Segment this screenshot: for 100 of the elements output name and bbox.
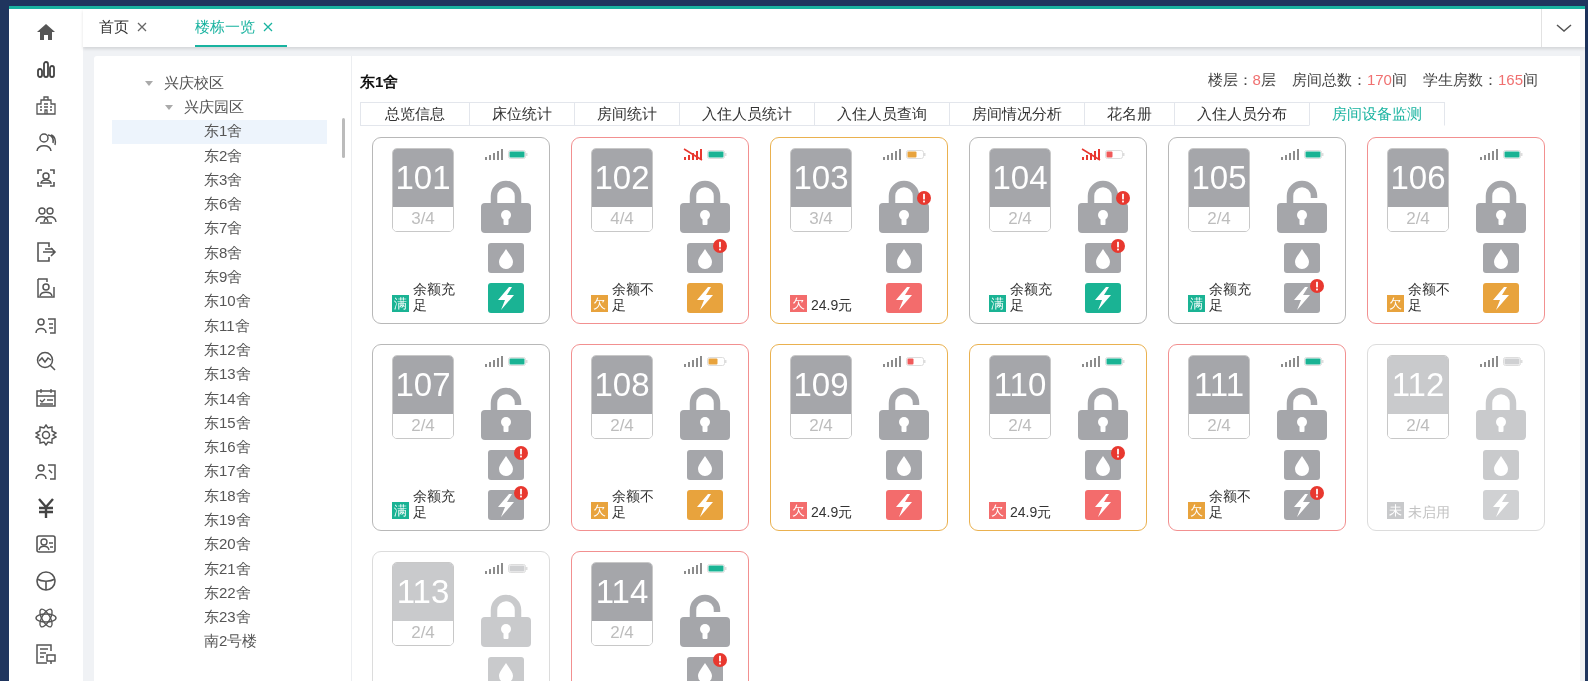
tree-item[interactable]: 东9舍 [204, 268, 243, 287]
balance-text: 24.9元 [811, 504, 854, 520]
users-icon[interactable] [35, 130, 57, 153]
close-icon[interactable] [263, 22, 273, 32]
balance-badge: 欠 [591, 295, 608, 312]
balance-badge: 欠 [790, 295, 807, 312]
chevron-down-icon [1555, 23, 1572, 33]
id-card-icon[interactable] [35, 533, 57, 556]
tree-item[interactable]: 东19舍 [204, 511, 251, 530]
tree-item[interactable]: 东8舍 [204, 243, 243, 263]
exit-icon[interactable] [35, 240, 57, 263]
room-number: 107 [393, 356, 453, 414]
balance-badge: 满 [392, 502, 409, 519]
tree-item[interactable]: 东2舍 [204, 146, 243, 166]
section-tab[interactable]: 房间情况分析 [949, 102, 1084, 126]
settings-icon[interactable] [35, 423, 57, 446]
report-icon[interactable] [35, 643, 57, 666]
tree-item[interactable]: 东1舍 [204, 122, 243, 142]
balance-text: 余额不足 [612, 281, 655, 313]
balance-text: 余额充足 [1209, 281, 1252, 313]
person-frame-icon[interactable] [35, 167, 57, 190]
room-card[interactable]: 109 2/4 欠 24.9元 [770, 344, 948, 531]
close-icon[interactable] [137, 22, 147, 32]
room-card[interactable]: 108 2/4 欠 余额不足 [571, 344, 749, 531]
steering-wheel-icon[interactable] [35, 569, 57, 592]
building-icon[interactable] [35, 94, 57, 117]
stat-text: 学生房数：165间 [1422, 71, 1538, 90]
room-number: 111 [1189, 356, 1249, 414]
room-number: 101 [393, 149, 453, 207]
room-number: 114 [592, 563, 652, 621]
section-tab[interactable]: 花名册 [1084, 102, 1174, 126]
room-number: 105 [1189, 149, 1249, 207]
room-number: 104 [990, 149, 1050, 207]
section-tab[interactable]: 入住人员统计 [679, 102, 814, 126]
balance-badge: 满 [1188, 295, 1205, 312]
tree-item[interactable]: 东21舍 [204, 559, 251, 579]
calendar-icon[interactable] [35, 386, 57, 409]
section-tab[interactable]: 入住人员查询 [814, 102, 949, 126]
balance-text: 24.9元 [811, 297, 854, 313]
page-tab[interactable]: 首页 [99, 9, 161, 47]
tree-item[interactable]: 兴庆园区 [184, 97, 244, 117]
tree-item[interactable]: 东7舍 [204, 219, 243, 239]
balance-badge: 满 [392, 295, 409, 312]
room-number: 106 [1388, 149, 1448, 207]
stat-text: 楼层：8层 [1207, 71, 1276, 90]
tree-item[interactable]: 东22舍 [204, 583, 251, 603]
balance-badge: 满 [989, 295, 1006, 312]
balance-text: 余额充足 [413, 488, 456, 520]
balance-badge: 欠 [591, 502, 608, 519]
room-card[interactable]: 105 2/4 满 余额充足 [1168, 137, 1346, 324]
building-title: 东1舍 [360, 73, 399, 92]
stat-text: 房间总数：170间 [1291, 71, 1407, 90]
balance-text: 未启用 [1408, 504, 1451, 520]
room-number: 103 [791, 149, 851, 207]
room-number: 109 [791, 356, 851, 414]
person-card-icon[interactable] [35, 277, 57, 300]
room-number: 108 [592, 356, 652, 414]
tree-item[interactable]: 东6舍 [204, 195, 243, 215]
balance-text: 24.9元 [1010, 504, 1053, 520]
room-number: 102 [592, 149, 652, 207]
room-card[interactable]: 103 3/4 欠 24.9元 [770, 137, 948, 324]
atom-icon[interactable] [35, 606, 57, 629]
home-icon[interactable] [35, 21, 57, 43]
section-tab[interactable]: 总览信息 [360, 102, 469, 126]
yen-icon[interactable] [35, 496, 57, 519]
room-card[interactable]: 101 3/4 满 余额充足 [372, 137, 550, 324]
tree-item[interactable]: 兴庆校区 [164, 73, 224, 93]
balance-badge: 欠 [1387, 295, 1404, 312]
room-card[interactable]: 110 2/4 欠 24.9元 [969, 344, 1147, 531]
balance-badge: 欠 [989, 502, 1006, 519]
section-tab[interactable]: 房间统计 [574, 102, 679, 126]
balance-text: 余额不足 [1209, 488, 1252, 520]
tree-item[interactable]: 东3舍 [204, 170, 243, 190]
tree-item[interactable]: 东10舍 [204, 292, 251, 312]
room-card[interactable]: 102 4/4 欠 余额不足 [571, 137, 749, 324]
tree-item[interactable]: 东16舍 [204, 438, 251, 458]
tree-item[interactable]: 东14舍 [204, 389, 251, 409]
tree-item[interactable]: 东13舍 [204, 365, 251, 385]
tree-item[interactable]: 东23舍 [204, 608, 251, 628]
tree-item[interactable]: 东11舍 [204, 316, 250, 336]
tree-item[interactable]: 东12舍 [204, 340, 251, 360]
room-card[interactable]: 106 2/4 欠 余额不足 [1367, 137, 1545, 324]
section-tab[interactable]: 入住人员分布 [1174, 102, 1309, 126]
balance-text: 余额充足 [413, 281, 456, 313]
room-card[interactable]: 104 2/4 满 余额充足 [969, 137, 1147, 324]
balance-text: 余额不足 [612, 488, 655, 520]
balance-badge: 欠 [1188, 502, 1205, 519]
tree-item[interactable]: 东17舍 [204, 462, 251, 482]
tree-item[interactable]: 东18舍 [204, 486, 251, 506]
room-number: 110 [990, 356, 1050, 414]
room-card[interactable]: 107 2/4 满 余额充足 [372, 344, 550, 531]
scrollbar-thumb[interactable] [342, 118, 345, 158]
room-card[interactable]: 111 2/4 欠 余额不足 [1168, 344, 1346, 531]
tree-item[interactable]: 东15舍 [204, 413, 251, 433]
balance-badge: 欠 [790, 502, 807, 519]
chart-search-icon[interactable] [35, 350, 57, 373]
tree-item[interactable]: 南2号楼 [204, 632, 258, 652]
section-tab[interactable]: 床位统计 [469, 102, 574, 126]
balance-text: 余额不足 [1408, 281, 1451, 313]
tree-item[interactable]: 东20舍 [204, 535, 251, 555]
